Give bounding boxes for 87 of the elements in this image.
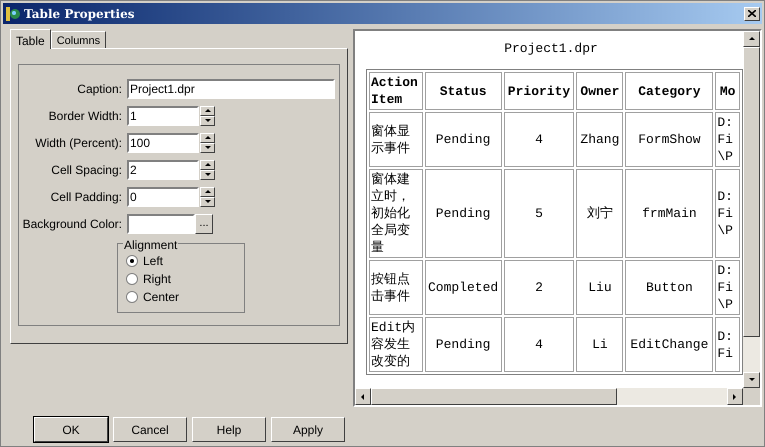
scroll-left-button[interactable] (355, 388, 371, 405)
radio-option[interactable]: Left (126, 252, 236, 270)
table-cell: 5 (504, 169, 574, 258)
table-cell: Edit内容发生改变的 (369, 317, 423, 372)
column-header: Mo (715, 72, 740, 110)
table-cell: Button (625, 260, 714, 315)
caption-field[interactable]: Project1.dpr (127, 78, 335, 98)
arrow-up-icon (748, 35, 756, 43)
table-cell: Pending (424, 169, 502, 258)
arrow-up-icon (204, 188, 212, 196)
table-cell: Pending (424, 112, 502, 167)
scrollbar-corner (743, 388, 760, 405)
table-cell: D:Fi\P (715, 260, 740, 315)
close-button[interactable] (744, 6, 760, 20)
scrollbar-thumb[interactable] (743, 47, 760, 337)
radio-option[interactable]: Right (126, 270, 236, 288)
spin-down-button[interactable] (200, 142, 215, 152)
table-cell: Liu (576, 260, 624, 315)
dialog-button[interactable]: OK (34, 417, 108, 442)
arrow-left-icon (359, 392, 367, 400)
field-label: Caption: (76, 80, 123, 98)
spin-up-button[interactable] (200, 132, 215, 142)
arrow-down-icon (204, 170, 212, 178)
number-field[interactable]: 2 (127, 160, 199, 180)
table-cell: D:Fi\P (715, 169, 740, 258)
arrow-down-icon (748, 376, 756, 384)
scrollbar-thumb[interactable] (371, 388, 617, 405)
scroll-right-button[interactable] (727, 388, 743, 405)
table-cell: Zhang (576, 112, 624, 167)
dialog-button[interactable]: Cancel (113, 417, 187, 442)
window-title: Table Properties (24, 6, 136, 22)
field-label: Cell Spacing: (50, 162, 123, 178)
spin-down-button[interactable] (200, 170, 215, 180)
tab[interactable]: Columns (50, 31, 106, 48)
spin-up-button[interactable] (200, 186, 215, 196)
table-cell: 按钮点击事件 (369, 260, 423, 315)
arrow-down-icon (204, 144, 212, 152)
spin-up-button[interactable] (200, 106, 215, 116)
dialog-button[interactable]: Apply (271, 417, 345, 442)
browse-button[interactable]: ... (195, 214, 213, 234)
column-header: Status (424, 72, 502, 110)
table-cell: 4 (504, 317, 574, 372)
scroll-down-button[interactable] (743, 372, 760, 388)
table-cell: frmMain (625, 169, 714, 258)
table-cell: FormShow (625, 112, 714, 167)
number-field[interactable]: 100 (127, 132, 199, 152)
table-cell: 刘宁 (576, 169, 624, 258)
table-cell: D:Fi\P (715, 112, 740, 167)
spin-down-button[interactable] (200, 116, 215, 126)
table-cell: EditChange (625, 317, 714, 372)
column-header: Priority (504, 72, 574, 110)
table-cell: 2 (504, 260, 574, 315)
number-field[interactable]: 0 (127, 186, 199, 206)
tab[interactable]: Table (10, 29, 51, 49)
arrow-up-icon (204, 106, 212, 114)
spin-down-button[interactable] (200, 196, 215, 206)
column-header: Action Item (369, 72, 423, 110)
scroll-up-button[interactable] (743, 31, 760, 47)
number-field[interactable]: 1 (127, 106, 199, 126)
color-field[interactable] (127, 214, 195, 234)
field-label: Width (Percent): (34, 134, 123, 152)
close-icon (748, 10, 756, 17)
dialog-button[interactable]: Help (192, 417, 266, 442)
arrow-up-icon (204, 160, 212, 168)
arrow-right-icon (731, 392, 739, 400)
column-header: Owner (576, 72, 624, 110)
table-cell: Pending (424, 317, 502, 372)
field-label: Cell Padding: (50, 188, 123, 206)
table-cell: D:Fi (715, 317, 740, 372)
spin-up-button[interactable] (200, 160, 215, 170)
arrow-up-icon (204, 134, 212, 142)
field-label: Border Width: (48, 108, 123, 124)
arrow-down-icon (204, 198, 212, 206)
radio-button[interactable] (126, 291, 138, 303)
table-cell: Li (576, 317, 624, 372)
radio-button[interactable] (126, 273, 138, 285)
table-cell: 4 (504, 112, 574, 167)
table-cell: 窗体建立时，初始化全局变量 (369, 169, 423, 258)
arrow-down-icon (204, 116, 212, 124)
table-cell: 窗体显示事件 (369, 112, 423, 167)
column-header: Category (625, 72, 714, 110)
app-icon (5, 6, 21, 22)
table-caption: Project1.dpr (503, 40, 599, 58)
table-cell: Completed (424, 260, 502, 315)
field-label: Background Color: (22, 216, 123, 232)
radio-option[interactable]: Center (126, 288, 236, 306)
radio-button[interactable] (126, 255, 138, 267)
